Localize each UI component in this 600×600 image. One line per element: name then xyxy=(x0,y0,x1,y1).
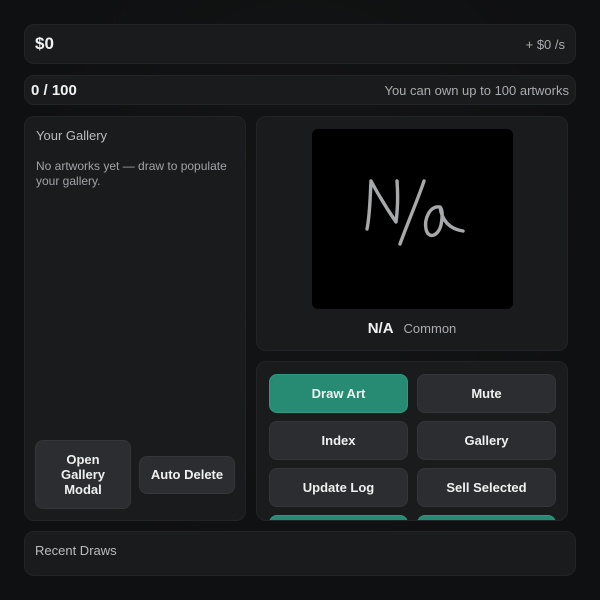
gallery-title: Your Gallery xyxy=(36,128,108,143)
recent-draws-panel: Recent Draws xyxy=(24,531,576,576)
artwork-preview-panel: N/A Common xyxy=(256,116,568,351)
money-amount: $0 xyxy=(35,34,54,53)
gallery-panel: Your Gallery No artworks yet — draw to p… xyxy=(24,116,246,521)
drawing-canvas[interactable] xyxy=(312,129,513,309)
capacity-bar: 0 / 100 You can own up to 100 artworks xyxy=(24,75,576,105)
controls-grid: Draw Art Mute Index Gallery Update Log S… xyxy=(269,374,556,520)
open-gallery-modal-button[interactable]: Open Gallery Modal xyxy=(35,440,131,509)
gallery-empty-message: No artworks yet — draw to populate your … xyxy=(36,159,227,188)
sell-selected-button[interactable]: Sell Selected xyxy=(417,468,556,507)
draw-art-button[interactable]: Draw Art xyxy=(269,374,408,413)
auto-delete-button[interactable]: Auto Delete xyxy=(139,455,235,494)
artwork-name: N/A xyxy=(367,320,394,337)
artwork-drawing xyxy=(365,179,465,246)
money-bar: $0 + $0 /s xyxy=(24,24,576,64)
capacity-hint: You can own up to 100 artworks xyxy=(384,82,569,98)
row4-right-button[interactable] xyxy=(417,515,556,520)
mute-button[interactable]: Mute xyxy=(417,374,556,413)
gallery-actions: Open Gallery Modal Auto Delete xyxy=(35,440,235,509)
artwork-caption: N/A Common xyxy=(257,320,567,337)
income-rate: + $0 /s xyxy=(525,36,565,52)
gallery-button[interactable]: Gallery xyxy=(417,421,556,460)
artwork-rarity: Common xyxy=(403,321,457,336)
artwork-count: 0 / 100 xyxy=(31,81,77,99)
row4-left-button[interactable] xyxy=(269,515,408,520)
recent-draws-title: Recent Draws xyxy=(35,543,117,558)
app-root: $0 + $0 /s 0 / 100 You can own up to 100… xyxy=(0,0,600,600)
index-button[interactable]: Index xyxy=(269,421,408,460)
controls-panel: Draw Art Mute Index Gallery Update Log S… xyxy=(256,361,568,521)
update-log-button[interactable]: Update Log xyxy=(269,468,408,507)
